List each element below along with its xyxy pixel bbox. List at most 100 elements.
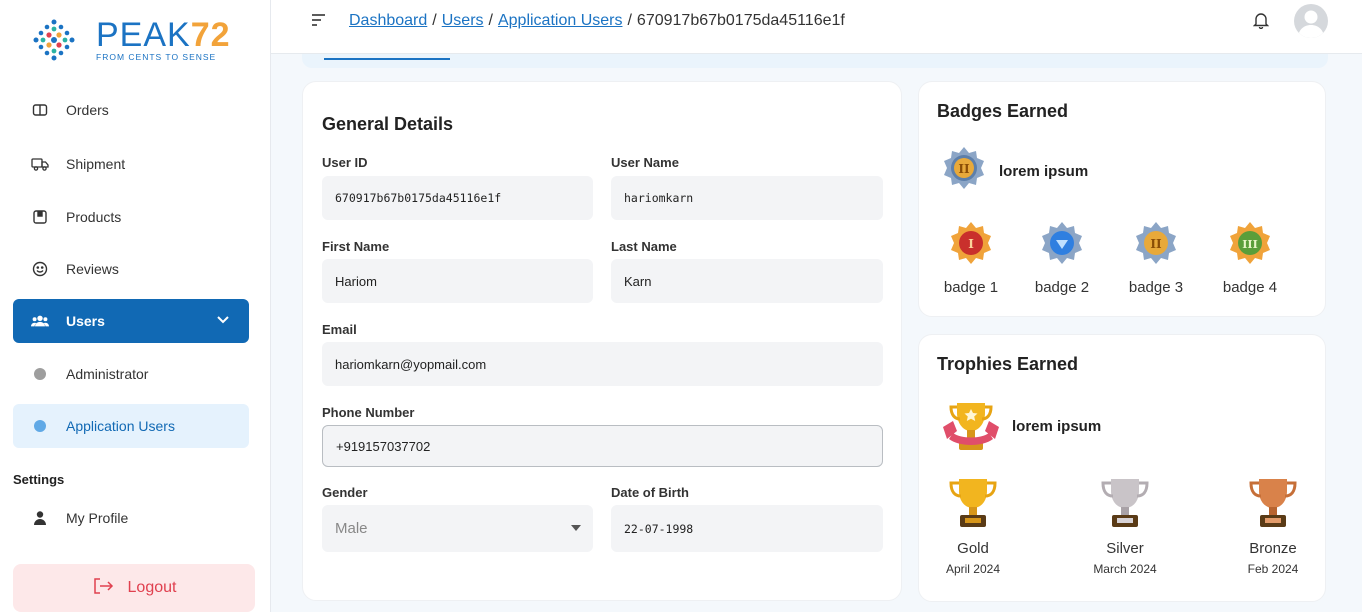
gold-trophy-icon <box>949 479 997 527</box>
trophy-label: Gold <box>957 540 989 557</box>
users-icon <box>31 312 49 330</box>
sidebar-item-products[interactable]: Products <box>13 195 249 239</box>
menu-toggle-icon[interactable] <box>311 13 327 32</box>
badge-item[interactable]: III badge 4 <box>1215 220 1285 296</box>
silver-trophy-icon <box>1101 479 1149 527</box>
logo-mark-icon <box>33 19 75 61</box>
first-name-label: First Name <box>322 239 390 254</box>
phone-label: Phone Number <box>322 405 415 420</box>
trophy-date: Feb 2024 <box>1247 562 1299 576</box>
user-id-label: User ID <box>322 155 368 170</box>
trophy-item[interactable]: Bronze Feb 2024 <box>1228 477 1318 576</box>
box-icon <box>31 208 49 226</box>
chevron-down-icon[interactable] <box>215 311 231 330</box>
brand-tagline: FROM CENTS TO SENSE <box>96 52 217 62</box>
trophy-item[interactable]: Silver March 2024 <box>1080 477 1170 576</box>
badge-2-icon <box>1042 222 1082 264</box>
badges-card: Badges Earned II lorem ipsum I badge 1 b… <box>918 81 1326 317</box>
badge-label: badge 2 <box>1034 279 1090 296</box>
sidebar: PEAK72 FROM CENTS TO SENSE Orders Shipme… <box>0 0 271 612</box>
sidebar-item-my-profile[interactable]: My Profile <box>13 496 249 540</box>
sidebar-item-users[interactable]: Users <box>13 299 249 343</box>
last-name-field[interactable]: Karn <box>611 259 883 303</box>
featured-badge-icon: II <box>944 147 984 189</box>
logout-button[interactable]: Logout <box>13 564 255 612</box>
dot-icon <box>31 417 49 435</box>
sidebar-item-reviews[interactable]: Reviews <box>13 247 249 291</box>
date-of-birth-field[interactable]: 22-07-1998 <box>611 505 883 552</box>
logout-icon <box>92 577 114 600</box>
sidebar-item-label: Administrator <box>66 366 149 382</box>
svg-text:I: I <box>968 237 974 251</box>
email-label: Email <box>322 322 357 337</box>
general-details-card: General Details User ID 670917b67b0175da… <box>302 81 902 601</box>
badge-label: badge 1 <box>943 279 999 296</box>
breadcrumb-link-application-users[interactable]: Application Users <box>498 12 623 29</box>
badge-item[interactable]: II badge 3 <box>1121 220 1191 296</box>
dot-icon <box>31 365 49 383</box>
sidebar-item-label: Users <box>66 313 105 329</box>
featured-trophy-name: lorem ipsum <box>1012 418 1102 435</box>
sidebar-item-label: Shipment <box>66 156 126 172</box>
gender-select[interactable]: Male <box>322 505 593 552</box>
badge-3-icon: II <box>1136 222 1176 264</box>
trophy-label: Silver <box>1106 540 1144 557</box>
badge-item[interactable]: I badge 1 <box>936 220 1006 296</box>
user-name-field[interactable]: hariomkarn <box>611 176 883 220</box>
badges-title: Badges Earned <box>937 101 1069 121</box>
svg-text:III: III <box>1242 238 1257 251</box>
svg-text:II: II <box>958 162 970 176</box>
featured-trophy-icon <box>943 403 999 450</box>
top-header: Dashboard / Users / Application Users/670917… <box>271 0 1362 54</box>
badge-label: badge 4 <box>1222 279 1278 296</box>
user-name-label: User Name <box>611 155 679 170</box>
sidebar-item-label: Products <box>66 209 122 225</box>
person-icon <box>31 509 49 527</box>
sidebar-item-application-users[interactable]: Application Users <box>13 404 249 448</box>
user-id-field[interactable]: 670917b67b0175da45116e1f <box>322 176 593 220</box>
general-details-title: General Details <box>322 114 454 134</box>
phone-number-field[interactable]: +919157037702 <box>322 425 883 467</box>
breadcrumb: Dashboard / Users / Application Users/670917… <box>349 12 845 30</box>
bronze-trophy-icon <box>1249 479 1297 527</box>
caret-down-icon <box>571 525 581 531</box>
brand-logo[interactable]: PEAK72 FROM CENTS TO SENSE <box>30 16 231 64</box>
user-avatar[interactable] <box>1294 4 1328 38</box>
gender-label: Gender <box>322 485 368 500</box>
sidebar-item-shipment[interactable]: Shipment <box>13 142 249 186</box>
badge-item[interactable]: badge 2 <box>1027 220 1097 296</box>
email-field[interactable]: hariomkarn@yopmail.com <box>322 342 883 386</box>
breadcrumb-separator: / <box>488 12 493 29</box>
sidebar-item-orders[interactable]: Orders <box>13 90 249 130</box>
active-tab-indicator <box>324 58 450 60</box>
breadcrumb-link-dashboard[interactable]: Dashboard <box>349 12 427 29</box>
sidebar-item-administrator[interactable]: Administrator <box>13 352 249 396</box>
trophy-date: March 2024 <box>1093 562 1157 576</box>
trophy-item[interactable]: Gold April 2024 <box>928 477 1018 576</box>
breadcrumb-current: 670917b67b0175da45116e1f <box>636 12 845 29</box>
badge-1-icon: I <box>951 222 991 264</box>
tab-strip <box>302 54 1328 68</box>
sidebar-item-label: Application Users <box>66 418 175 434</box>
brand-number: 72 <box>190 16 231 54</box>
last-name-label: Last Name <box>611 239 677 254</box>
breadcrumb-separator: / <box>627 12 632 29</box>
sidebar-item-label: Orders <box>66 102 109 118</box>
orders-icon <box>31 101 49 119</box>
featured-badge-name: lorem ipsum <box>999 163 1089 180</box>
notification-bell-icon[interactable] <box>1252 11 1270 34</box>
badge-4-icon: III <box>1230 222 1270 264</box>
sidebar-item-label: My Profile <box>66 510 129 526</box>
svg-text:II: II <box>1150 237 1162 251</box>
breadcrumb-link-users[interactable]: Users <box>442 12 484 29</box>
trophy-label: Bronze <box>1249 540 1297 557</box>
settings-section-label: Settings <box>13 472 65 487</box>
sidebar-item-label: Reviews <box>66 261 119 277</box>
breadcrumb-separator: / <box>432 12 437 29</box>
first-name-field[interactable]: Hariom <box>322 259 593 303</box>
dob-label: Date of Birth <box>611 485 689 500</box>
logout-label: Logout <box>127 579 177 596</box>
trophies-title: Trophies Earned <box>937 354 1079 374</box>
truck-icon <box>31 155 49 173</box>
trophy-date: April 2024 <box>945 562 1001 576</box>
